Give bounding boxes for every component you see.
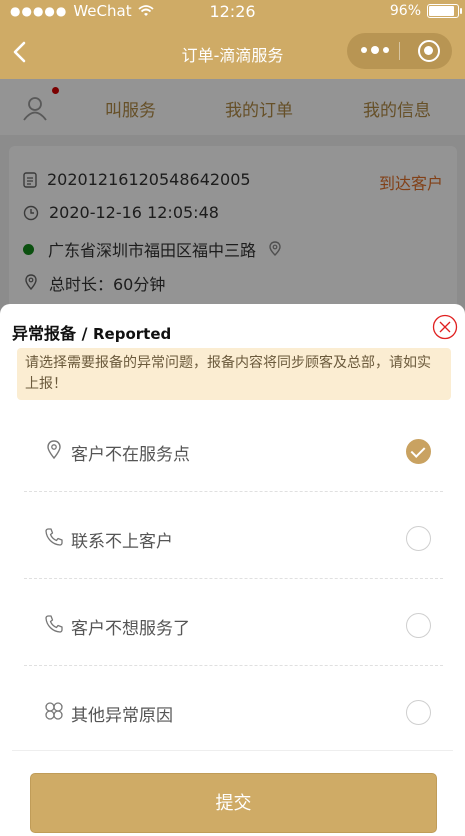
option-customer-declined[interactable]: 客户不想服务了 <box>24 580 443 666</box>
top-bar: ●●●●● WeChat 12:26 96% 订单-滴滴服务 <box>0 0 465 79</box>
radio-unselected[interactable] <box>406 700 431 725</box>
location-pin-icon <box>47 440 61 460</box>
radio-selected[interactable] <box>406 439 431 464</box>
option-cannot-contact[interactable]: 联系不上客户 <box>24 493 443 579</box>
clover-icon <box>45 702 63 720</box>
sheet-title-cn: 异常报备 <box>12 324 77 343</box>
option-label: 客户不在服务点 <box>71 445 190 465</box>
radio-unselected[interactable] <box>406 526 431 551</box>
footer-divider <box>12 750 453 751</box>
navigation-bar: 订单-滴滴服务 <box>0 28 465 76</box>
status-bar: ●●●●● WeChat 12:26 96% <box>0 0 465 24</box>
more-menu-icon[interactable] <box>361 46 389 54</box>
option-other-reason[interactable]: 其他异常原因 <box>24 667 443 753</box>
phone-icon <box>45 528 63 546</box>
notice-banner: 请选择需要报备的异常问题，报备内容将同步顾客及总部，请如实上报！ <box>17 348 451 400</box>
exception-report-sheet: 异常报备 / Reported 请选择需要报备的异常问题，报备内容将同步顾客及总… <box>0 304 465 836</box>
option-label: 客户不想服务了 <box>71 619 190 639</box>
radio-unselected[interactable] <box>406 613 431 638</box>
submit-button[interactable]: 提交 <box>30 773 437 833</box>
option-customer-absent[interactable]: 客户不在服务点 <box>24 406 443 492</box>
option-label: 联系不上客户 <box>71 532 173 552</box>
capsule-divider <box>399 42 400 60</box>
miniprogram-capsule <box>347 33 452 69</box>
option-label: 其他异常原因 <box>71 706 173 726</box>
sheet-title-separator: / <box>76 324 93 343</box>
sheet-title: 异常报备 / Reported <box>12 320 171 344</box>
battery-percent: 96% <box>389 3 421 19</box>
close-icon[interactable] <box>432 314 458 340</box>
sheet-title-en: Reported <box>93 325 172 343</box>
phone-icon <box>45 615 63 633</box>
close-miniprogram-icon[interactable] <box>418 40 440 62</box>
battery-icon <box>427 4 462 18</box>
